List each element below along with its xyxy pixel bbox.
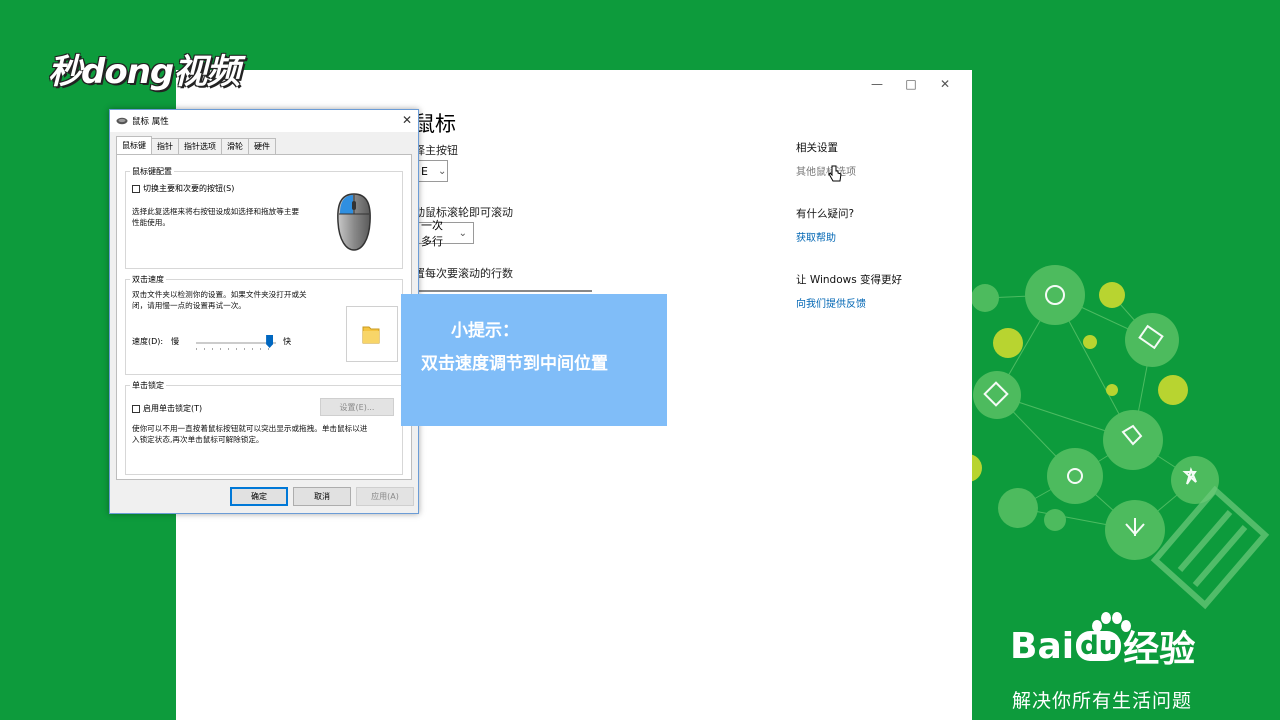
tab-buttons[interactable]: 鼠标键 <box>116 136 152 154</box>
related-settings-heading: 相关设置 <box>796 142 838 154</box>
switch-buttons-checkbox-row[interactable]: 切换主要和次要的按钮(S) <box>132 183 234 194</box>
double-click-description: 双击文件夹以检测你的设置。如果文件夹没打开或关 闭，请用慢一点的设置再试一次。 <box>132 289 307 311</box>
scroll-mode-value: 一次多行 <box>421 219 443 248</box>
feedback-heading: 让 Windows 变得更好 <box>796 274 903 286</box>
scroll-mode-dropdown[interactable]: 一次多行 ⌄ <box>414 219 474 248</box>
slow-label: 慢 <box>171 337 180 346</box>
tab-hardware[interactable]: 硬件 <box>248 138 276 154</box>
primary-button-value: E <box>421 164 428 178</box>
double-click-title: 双击速度 <box>130 274 166 285</box>
click-lock-settings-button[interactable]: 设置(E)... <box>320 398 394 416</box>
description-line: 使你可以不用一直按着鼠标按钮就可以突出显示或拖拽。单击鼠标以进 <box>132 424 368 433</box>
tab-panel-buttons: 鼠标键配置 切换主要和次要的按钮(S) 选择此复选框来将右按钮设成如选择和拖放等… <box>116 154 412 480</box>
description-line: 性能使用。 <box>132 218 170 227</box>
speed-label: 速度(D): <box>132 337 164 346</box>
mouse-icon <box>116 117 128 125</box>
click-lock-description: 使你可以不用一直按着鼠标按钮就可以突出显示或拖拽。单击鼠标以进 入锁定状态,再次… <box>132 423 367 445</box>
apply-button[interactable]: 应用(A) <box>356 487 414 506</box>
click-lock-checkbox[interactable] <box>132 404 140 413</box>
chevron-down-icon: ⌄ <box>437 165 447 177</box>
dialog-tabs: 鼠标键 指针 指针选项 滑轮 硬件 <box>116 136 276 154</box>
maximize-icon[interactable]: □ <box>894 74 928 94</box>
button-config-title: 鼠标键配置 <box>130 166 174 177</box>
dialog-title: 鼠标 属性 <box>132 117 169 127</box>
double-click-group: 双击速度 双击文件夹以检测你的设置。如果文件夹没打开或关 闭，请用慢一点的设置再… <box>125 274 403 375</box>
close-icon[interactable]: ✕ <box>402 113 412 127</box>
description-line: 双击文件夹以检测你的设置。如果文件夹没打开或关 <box>132 290 307 299</box>
minimize-icon[interactable]: — <box>860 74 894 94</box>
slider-ticks <box>196 348 276 350</box>
description-line: 选择此复选框来将右按钮设成如选择和拖放等主要 <box>132 207 300 216</box>
primary-button-label: 择主按钮 <box>414 144 458 157</box>
switch-buttons-label: 切换主要和次要的按钮(S) <box>143 184 235 193</box>
tip-overlay: 小提示： 双击速度调节到中间位置 <box>401 294 667 426</box>
page-title: 鼠标 <box>414 112 456 136</box>
description-line: 入锁定状态,再次单击鼠标可解除锁定。 <box>132 435 264 444</box>
mouse-properties-dialog: 鼠标 属性 ✕ 鼠标键 指针 指针选项 滑轮 硬件 鼠标键配置 切换主要和次要的… <box>109 109 419 514</box>
tip-title: 小提示： <box>451 321 519 341</box>
decorative-network-art <box>954 265 1270 610</box>
test-folder-area[interactable] <box>346 306 398 362</box>
primary-button-dropdown[interactable]: E ⌄ <box>414 160 448 182</box>
feedback-link[interactable]: 向我们提供反馈 <box>796 295 956 310</box>
click-lock-label: 启用单击锁定(T) <box>143 404 203 413</box>
logo-du: du <box>1076 631 1122 661</box>
description-line: 闭，请用慢一点的设置再试一次。 <box>132 301 246 310</box>
button-config-description: 选择此复选框来将右按钮设成如选择和拖放等主要 性能使用。 <box>132 206 299 228</box>
logo-bai: Bai <box>1010 625 1075 667</box>
get-help-link[interactable]: 获取帮助 <box>796 229 956 244</box>
click-lock-checkbox-row[interactable]: 启用单击锁定(T) <box>132 403 202 414</box>
scroll-lines-label: 置每次要滚动的行数 <box>414 267 513 280</box>
related-settings-column: 相关设置 其他鼠标选项 有什么疑问? 获取帮助 让 Windows 变得更好 向… <box>796 140 956 338</box>
close-icon[interactable]: ✕ <box>928 74 962 94</box>
dialog-titlebar[interactable]: 鼠标 属性 ✕ <box>110 110 418 132</box>
tab-pointers[interactable]: 指针 <box>151 138 179 154</box>
hand-cursor-icon <box>828 165 842 182</box>
ok-button[interactable]: 确定 <box>230 487 288 506</box>
baidu-jingyan-logo: Bai du 经验 <box>1010 620 1195 672</box>
chevron-down-icon: ⌄ <box>458 227 467 239</box>
logo-suffix: 经验 <box>1123 629 1196 670</box>
mouse-illustration-icon <box>337 193 371 251</box>
click-lock-group: 单击锁定 启用单击锁定(T) 设置(E)... 使你可以不用一直按着鼠标按钮就可… <box>125 380 403 475</box>
baidu-jingyan-slogan: 解决你所有生活问题 <box>1012 690 1193 712</box>
tab-wheel[interactable]: 滑轮 <box>221 138 249 154</box>
help-heading: 有什么疑问? <box>796 208 855 220</box>
click-lock-title: 单击锁定 <box>130 380 166 391</box>
double-click-speed-slider[interactable] <box>196 342 276 344</box>
brand-watermark-logo: 秒dong视频 <box>48 52 240 92</box>
window-controls: — □ ✕ <box>860 74 962 94</box>
folder-icon <box>362 326 380 344</box>
other-mouse-options-link[interactable]: 其他鼠标选项 <box>796 163 956 178</box>
scroll-lines-slider[interactable] <box>414 290 592 292</box>
button-config-group: 鼠标键配置 切换主要和次要的按钮(S) 选择此复选框来将右按钮设成如选择和拖放等… <box>125 166 403 269</box>
cancel-button[interactable]: 取消 <box>293 487 351 506</box>
tab-pointer-options[interactable]: 指针选项 <box>178 138 222 154</box>
fast-label: 快 <box>283 337 292 346</box>
tip-body: 双击速度调节到中间位置 <box>421 354 608 374</box>
switch-buttons-checkbox[interactable] <box>132 184 140 193</box>
